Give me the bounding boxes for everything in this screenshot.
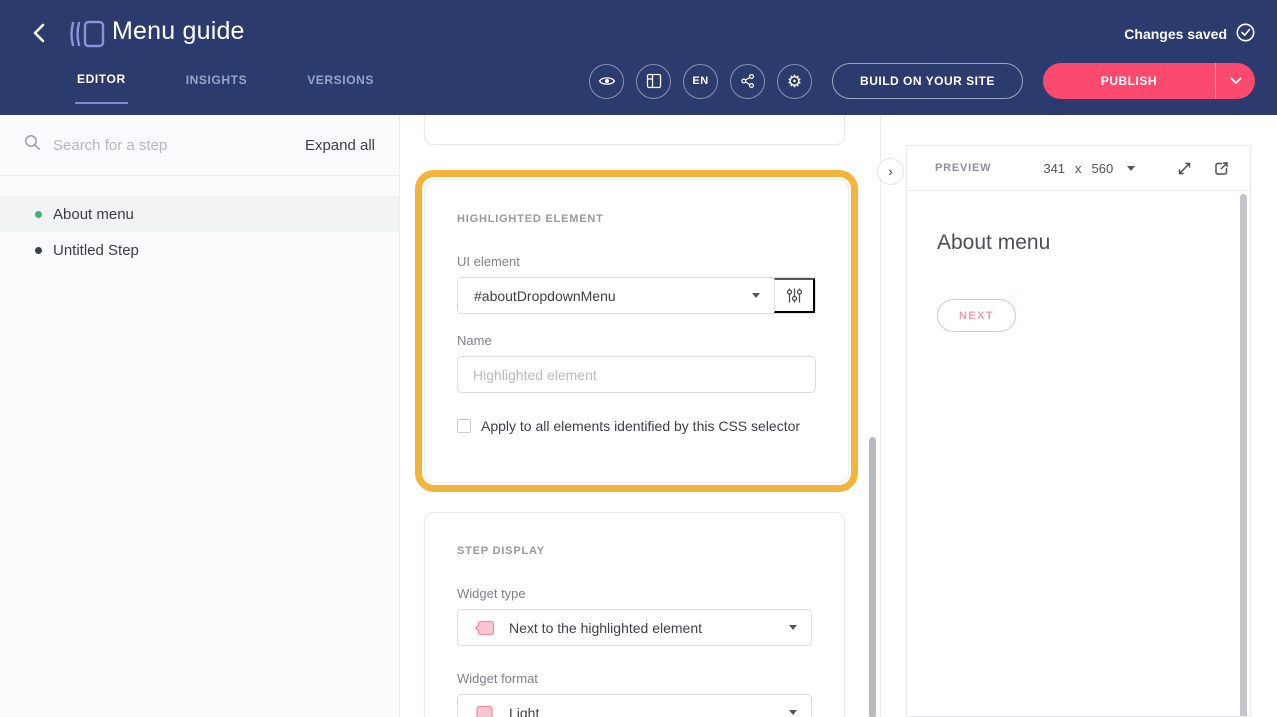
chevron-down-icon: [752, 293, 760, 298]
step-status-dot: [35, 211, 42, 218]
gear-icon[interactable]: ⚙: [777, 64, 812, 99]
save-status-text: Changes saved: [1124, 26, 1227, 42]
step-label: Untitled Step: [53, 242, 139, 259]
open-external-icon[interactable]: [1213, 160, 1230, 177]
publish-split-button: PUBLISH: [1043, 63, 1255, 99]
step-list: About menu Untitled Step: [0, 176, 399, 268]
apply-all-checkbox[interactable]: [457, 419, 471, 433]
main-area: Expand all About menu Untitled Step HIGH…: [0, 115, 1277, 717]
widget-type-value: Next to the highlighted element: [509, 620, 702, 636]
preview-viewport: About menu NEXT: [907, 191, 1250, 716]
back-icon[interactable]: [26, 20, 54, 48]
collapse-panel-icon[interactable]: ›: [877, 158, 904, 185]
step-display-card: STEP DISPLAY Widget type Next to the hig…: [424, 512, 845, 717]
ui-element-label: UI element: [457, 254, 816, 269]
chevron-down-icon: [789, 710, 797, 715]
check-circle-icon: [1236, 23, 1255, 45]
steps-sidebar: Expand all About menu Untitled Step: [0, 115, 400, 717]
widget-format-select[interactable]: Light: [457, 694, 812, 717]
header-controls: EN ⚙ BUILD ON YOUR SITE PUBLISH: [589, 63, 1255, 99]
editor-scrollbar[interactable]: [869, 437, 876, 717]
step-status-dot: [35, 247, 42, 254]
page-title: Menu guide: [112, 17, 245, 46]
publish-button[interactable]: PUBLISH: [1043, 63, 1215, 99]
save-status: Changes saved: [1124, 23, 1255, 45]
editor-tabs: EDITOR INSIGHTS VERSIONS: [75, 72, 376, 104]
tab-versions[interactable]: VERSIONS: [305, 72, 376, 104]
tab-insights[interactable]: INSIGHTS: [184, 72, 249, 104]
ui-element-select: #aboutDropdownMenu: [457, 277, 816, 314]
preview-panel: PREVIEW 341 x 560 About menu: [906, 145, 1251, 717]
app-header: Menu guide Changes saved EDITOR INSIGHTS…: [0, 0, 1277, 115]
guide-logo-icon: [68, 17, 108, 56]
name-label: Name: [457, 333, 816, 348]
expand-preview-icon[interactable]: [1176, 160, 1193, 177]
section-heading: HIGHLIGHTED ELEMENT: [457, 213, 816, 225]
element-name-input[interactable]: [457, 356, 816, 393]
preview-region: › PREVIEW 341 x 560: [880, 115, 1277, 717]
build-on-site-button[interactable]: BUILD ON YOUR SITE: [832, 63, 1023, 99]
tab-editor[interactable]: EDITOR: [75, 72, 128, 104]
step-label: About menu: [53, 206, 134, 223]
language-button[interactable]: EN: [683, 64, 718, 99]
step-settings-panel: HIGHLIGHTED ELEMENT UI element #aboutDro…: [400, 115, 880, 717]
previous-settings-card: [424, 115, 845, 145]
step-item-about-menu[interactable]: About menu: [0, 196, 399, 232]
preview-scrollbar[interactable]: [1240, 194, 1247, 716]
highlighted-element-card-ring: HIGHLIGHTED ELEMENT UI element #aboutDro…: [415, 170, 858, 492]
expand-all-button[interactable]: Expand all: [305, 137, 375, 154]
dimension-separator: x: [1075, 161, 1082, 176]
preview-dimensions-select[interactable]: 341 x 560: [1043, 161, 1135, 176]
layout-icon[interactable]: [636, 64, 671, 99]
share-icon[interactable]: [730, 64, 765, 99]
apply-all-checkbox-label: Apply to all elements identified by this…: [481, 418, 800, 434]
preview-next-button[interactable]: NEXT: [937, 299, 1016, 332]
widget-format-value: Light: [509, 705, 539, 717]
publish-chevron-down-icon[interactable]: [1215, 63, 1255, 99]
sliders-icon: [786, 287, 803, 304]
widget-type-select[interactable]: Next to the highlighted element: [457, 609, 812, 646]
highlighted-element-card: HIGHLIGHTED ELEMENT UI element #aboutDro…: [424, 179, 849, 483]
widget-format-icon: [474, 703, 495, 717]
preview-label: PREVIEW: [935, 162, 991, 174]
preview-header: PREVIEW 341 x 560: [907, 146, 1250, 191]
preview-eye-icon[interactable]: [589, 64, 624, 99]
preview-height: 560: [1092, 161, 1114, 176]
preview-step-title: About menu: [937, 231, 1050, 255]
step-item-untitled[interactable]: Untitled Step: [0, 232, 399, 268]
search-input[interactable]: [53, 137, 305, 154]
apply-all-checkbox-row[interactable]: Apply to all elements identified by this…: [457, 418, 816, 434]
tooltip-widget-icon: [474, 618, 495, 638]
widget-format-label: Widget format: [457, 671, 812, 686]
step-search-row: Expand all: [0, 115, 399, 176]
search-icon: [24, 134, 41, 156]
chevron-down-icon: [1127, 166, 1135, 171]
ui-element-select-value[interactable]: #aboutDropdownMenu: [458, 278, 752, 313]
preview-width: 341: [1043, 161, 1065, 176]
chevron-down-icon: [789, 625, 797, 630]
selector-settings-button[interactable]: [774, 278, 815, 313]
section-heading: STEP DISPLAY: [457, 545, 812, 557]
widget-type-label: Widget type: [457, 586, 812, 601]
